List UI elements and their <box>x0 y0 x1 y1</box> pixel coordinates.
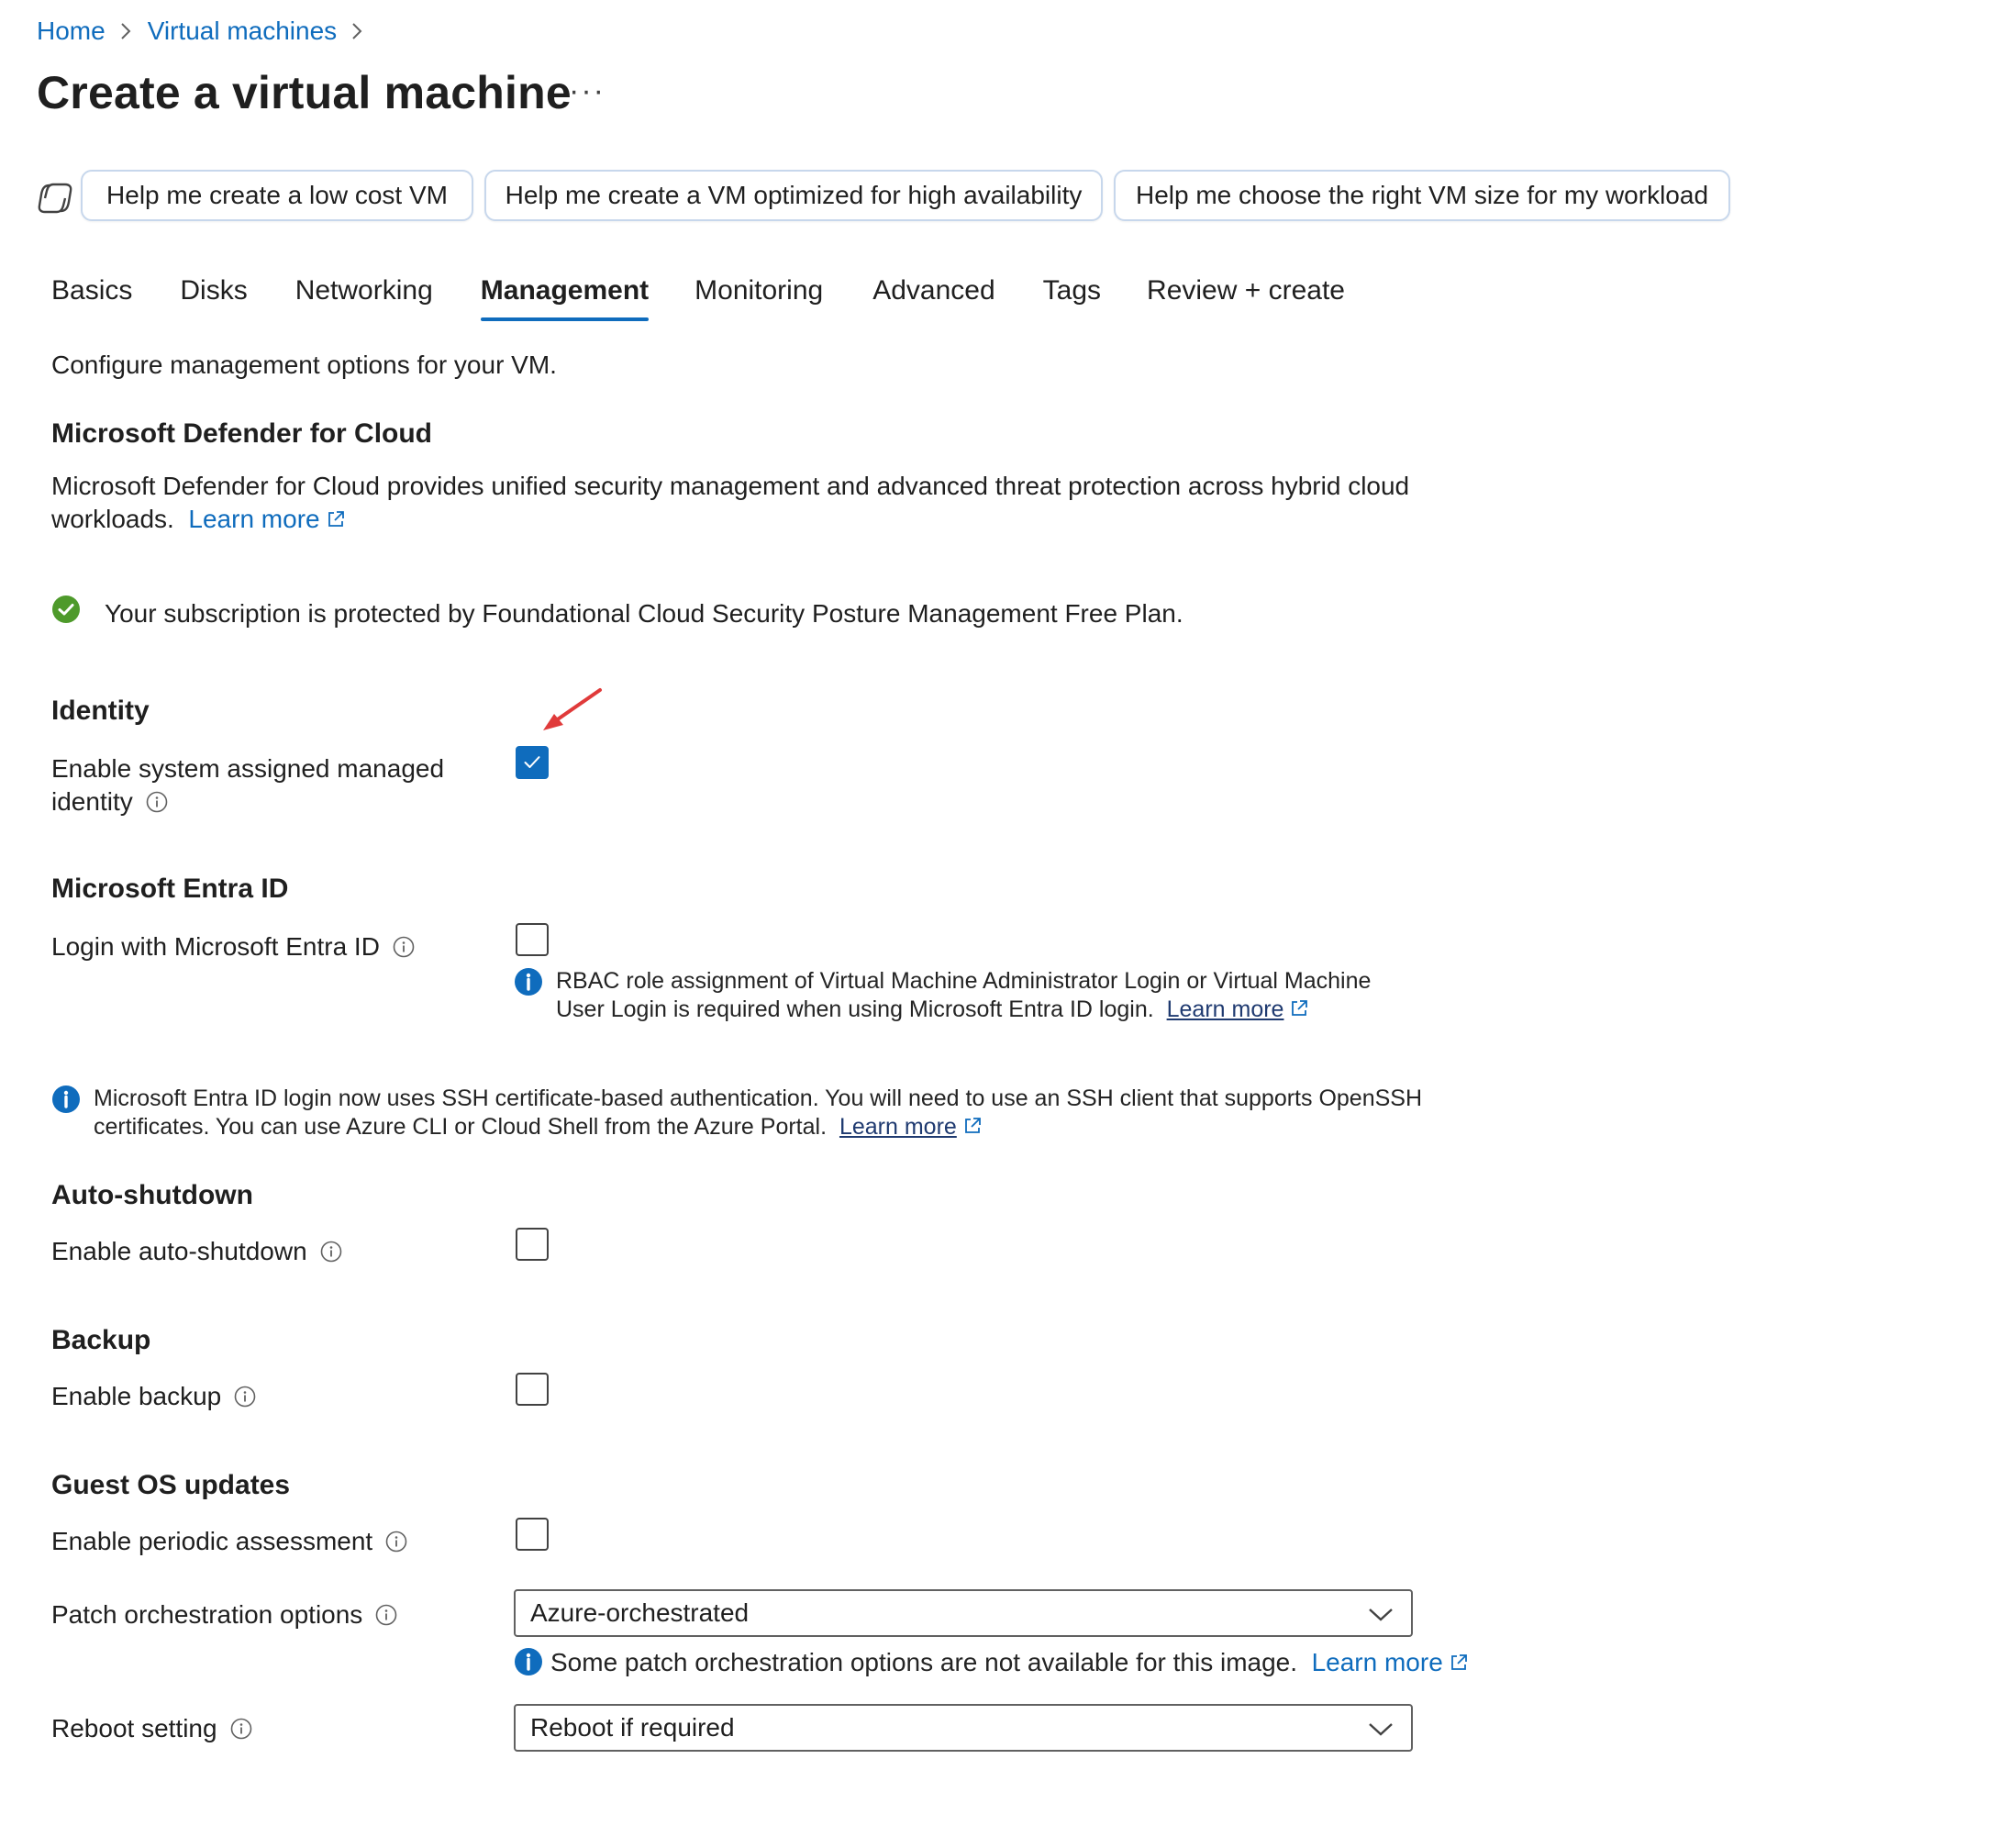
autoshutdown-checkbox[interactable] <box>516 1228 549 1261</box>
periodic-assessment-label: Enable periodic assessment <box>51 1525 407 1558</box>
breadcrumb: Home Virtual machines <box>37 17 366 46</box>
info-icon[interactable] <box>234 1386 256 1408</box>
chevron-right-icon <box>350 21 366 41</box>
copilot-high-availability-button[interactable]: Help me create a VM optimized for high a… <box>484 170 1103 221</box>
backup-checkbox[interactable] <box>516 1373 549 1406</box>
info-icon[interactable] <box>393 936 415 958</box>
patch-orchestration-note: Some patch orchestration options are not… <box>514 1647 1469 1678</box>
chevron-right-icon <box>118 21 135 41</box>
page-title: Create a virtual machine <box>37 67 572 118</box>
entra-rbac-note: RBAC role assignment of Virtual Machine … <box>514 967 1371 1024</box>
tab-bar: Basics Disks Networking Management Monit… <box>51 275 1345 321</box>
entra-rbac-learn-more-link[interactable]: Learn more <box>1167 996 1284 1022</box>
entra-label: Login with Microsoft Entra ID <box>51 930 415 963</box>
entra-ssh-learn-more-link[interactable]: Learn more <box>839 1114 957 1140</box>
autoshutdown-heading: Auto-shutdown <box>51 1180 253 1210</box>
external-link-icon <box>964 1118 981 1133</box>
guest-os-heading: Guest OS updates <box>51 1470 291 1500</box>
backup-heading: Backup <box>51 1325 151 1355</box>
info-icon[interactable] <box>385 1531 407 1553</box>
more-options-button[interactable]: ··· <box>569 73 606 109</box>
info-icon[interactable] <box>375 1604 397 1626</box>
patch-orchestration-select[interactable]: Azure-orchestrated <box>514 1589 1413 1637</box>
external-link-icon <box>1450 1654 1467 1670</box>
info-filled-icon <box>52 1085 80 1113</box>
periodic-assessment-checkbox[interactable] <box>516 1518 549 1551</box>
tab-review-create[interactable]: Review + create <box>1147 275 1345 321</box>
defender-description: Microsoft Defender for Cloud provides un… <box>51 472 1410 533</box>
patch-orchestration-label: Patch orchestration options <box>51 1598 397 1631</box>
annotation-arrow-icon <box>543 688 602 730</box>
copilot-icon <box>37 180 73 217</box>
tab-tags[interactable]: Tags <box>1043 275 1101 321</box>
breadcrumb-virtual-machines-link[interactable]: Virtual machines <box>148 17 337 46</box>
create-vm-page: Home Virtual machines Create a virtual m… <box>0 0 2000 1848</box>
defender-heading: Microsoft Defender for Cloud <box>51 418 433 449</box>
entra-heading: Microsoft Entra ID <box>51 874 289 904</box>
tab-monitoring[interactable]: Monitoring <box>694 275 823 321</box>
identity-heading: Identity <box>51 696 150 726</box>
info-icon[interactable] <box>230 1718 252 1740</box>
reboot-setting-label: Reboot setting <box>51 1712 252 1745</box>
defender-learn-more-link[interactable]: Learn more <box>188 505 319 533</box>
info-icon[interactable] <box>146 791 168 813</box>
intro-text: Configure management options for your VM… <box>51 351 557 379</box>
tab-disks[interactable]: Disks <box>180 275 247 321</box>
copilot-low-cost-vm-button[interactable]: Help me create a low cost VM <box>81 170 473 221</box>
entra-ssh-banner: Microsoft Entra ID login now uses SSH ce… <box>51 1085 1422 1141</box>
external-link-icon <box>1292 1000 1308 1016</box>
info-filled-icon <box>515 1648 542 1675</box>
defender-status-text: Your subscription is protected by Founda… <box>105 599 1183 628</box>
identity-checkbox[interactable] <box>516 746 549 779</box>
success-check-icon <box>52 596 80 623</box>
identity-label: Enable system assigned managed identity <box>51 754 445 816</box>
breadcrumb-home-link[interactable]: Home <box>37 17 106 46</box>
external-link-icon <box>328 511 344 527</box>
autoshutdown-label: Enable auto-shutdown <box>51 1235 342 1268</box>
entra-login-checkbox[interactable] <box>516 923 549 956</box>
backup-label: Enable backup <box>51 1380 256 1413</box>
chevron-down-icon <box>1369 1723 1393 1736</box>
tab-advanced[interactable]: Advanced <box>872 275 994 321</box>
patch-orchestration-learn-more-link[interactable]: Learn more <box>1312 1648 1443 1676</box>
tab-management[interactable]: Management <box>480 275 650 321</box>
chevron-down-icon <box>1369 1609 1393 1621</box>
tab-basics[interactable]: Basics <box>51 275 132 321</box>
copilot-vm-size-button[interactable]: Help me choose the right VM size for my … <box>1114 170 1730 221</box>
info-filled-icon <box>515 968 542 996</box>
tab-networking[interactable]: Networking <box>295 275 433 321</box>
info-icon[interactable] <box>320 1241 342 1263</box>
reboot-setting-select[interactable]: Reboot if required <box>514 1704 1413 1752</box>
